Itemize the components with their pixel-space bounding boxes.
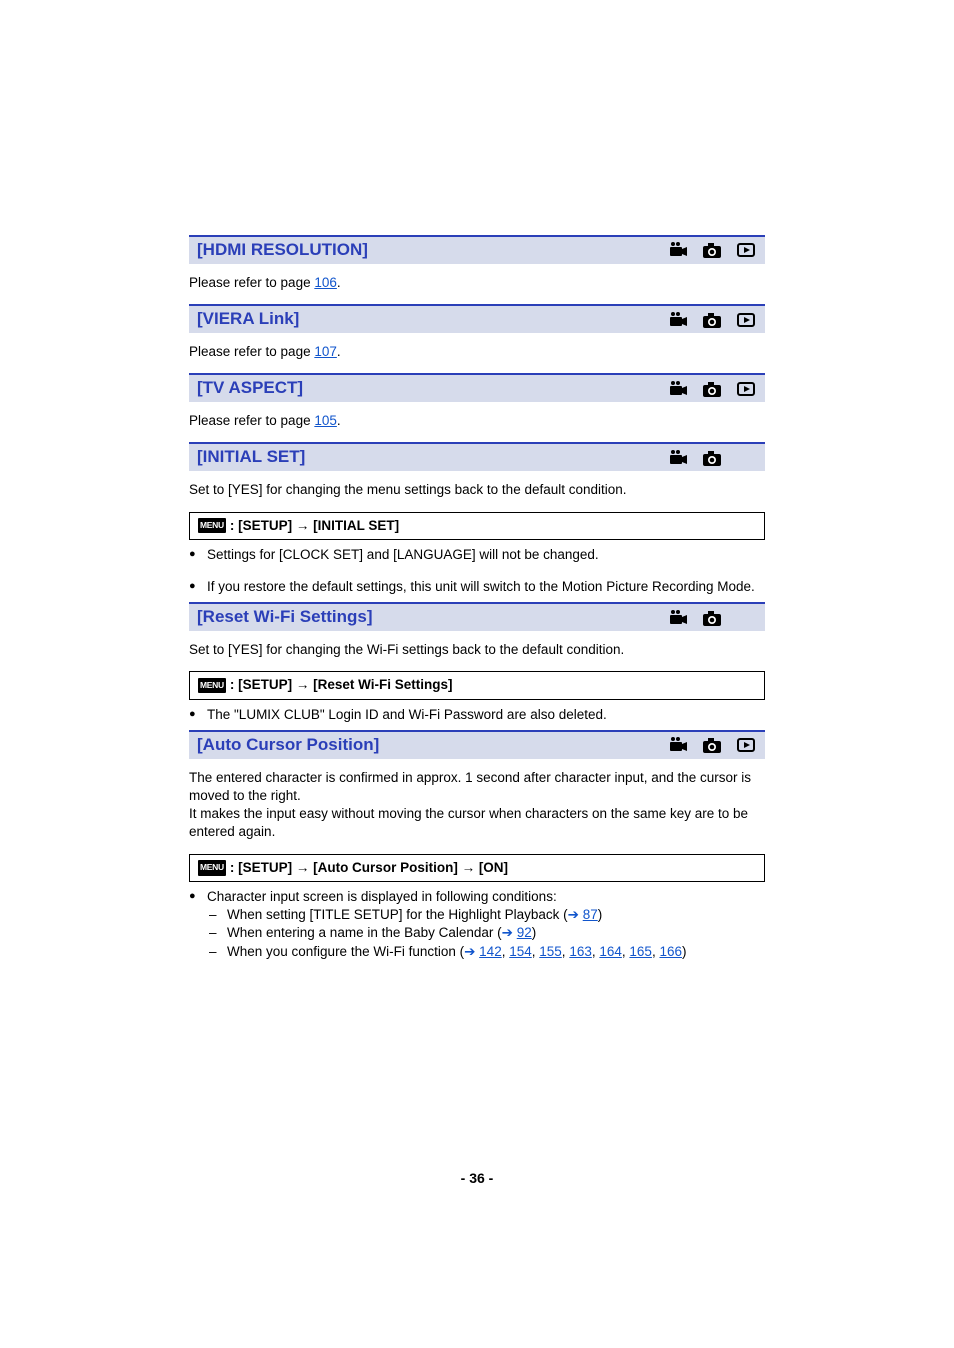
photo-icon [701, 449, 723, 467]
bullet-autocursor-lead: ● Character input screen is displayed in… [189, 888, 765, 961]
photo-icon [701, 736, 723, 754]
section-hdmi-body: Please refer to page 106. [189, 274, 765, 292]
play-icon [735, 241, 757, 259]
page-link-92[interactable]: 92 [517, 925, 532, 940]
page-link-163[interactable]: 163 [569, 944, 592, 959]
page-link-155[interactable]: 155 [539, 944, 562, 959]
menu-tag: MENU [198, 860, 226, 875]
section-resetwifi-title: [Reset Wi-Fi Settings] [197, 606, 373, 629]
page-link-165[interactable]: 165 [629, 944, 652, 959]
section-tvaspect-body: Please refer to page 105. [189, 412, 765, 430]
menu-path-initial: MENU : [SETUP] → [INITIAL SET] [189, 512, 765, 540]
section-autocursor-title: [Auto Cursor Position] [197, 734, 379, 757]
section-viera-header: [VIERA Link] [189, 304, 765, 333]
menu-path-text: : [SETUP] → [Reset Wi-Fi Settings] [230, 676, 453, 694]
page-link-142[interactable]: 142 [479, 944, 502, 959]
bullet-initial-1: ●Settings for [CLOCK SET] and [LANGUAGE]… [189, 546, 765, 564]
section-hdmi-header: [HDMI RESOLUTION] [189, 235, 765, 264]
bullet-initial-2: ●If you restore the default settings, th… [189, 578, 765, 596]
section-resetwifi-header: [Reset Wi-Fi Settings] [189, 602, 765, 631]
section-viera-body: Please refer to page 107. [189, 343, 765, 361]
page-link-154[interactable]: 154 [509, 944, 532, 959]
play-icon [735, 380, 757, 398]
page-link-166[interactable]: 166 [659, 944, 682, 959]
video-icon [667, 311, 689, 329]
page-number: - 36 - [0, 1169, 954, 1188]
video-icon [667, 241, 689, 259]
char-input-item-3: –When you configure the Wi-Fi function (… [227, 943, 765, 961]
section-resetwifi-icons [667, 609, 757, 627]
video-icon [667, 609, 689, 627]
menu-tag: MENU [198, 678, 226, 693]
menu-tag: MENU [198, 518, 226, 533]
section-autocursor-header: [Auto Cursor Position] [189, 730, 765, 759]
section-hdmi-title: [HDMI RESOLUTION] [197, 239, 368, 262]
char-input-item-1: –When setting [TITLE SETUP] for the High… [227, 906, 765, 924]
video-icon [667, 449, 689, 467]
section-initial-intro: Set to [YES] for changing the menu setti… [189, 481, 765, 499]
section-initial-icons [667, 449, 757, 467]
section-viera-icons [667, 311, 757, 329]
menu-path-text: : [SETUP] → [Auto Cursor Position] → [ON… [230, 859, 508, 877]
section-tvaspect-header: [TV ASPECT] [189, 373, 765, 402]
bullet-resetwifi-1: ●The "LUMIX CLUB" Login ID and Wi-Fi Pas… [189, 706, 765, 724]
section-initial-header: [INITIAL SET] [189, 442, 765, 471]
menu-path-resetwifi: MENU : [SETUP] → [Reset Wi-Fi Settings] [189, 671, 765, 699]
page-link-106[interactable]: 106 [314, 275, 337, 290]
photo-icon [701, 380, 723, 398]
play-icon [735, 311, 757, 329]
section-resetwifi-intro: Set to [YES] for changing the Wi-Fi sett… [189, 641, 765, 659]
char-input-lead: Character input screen is displayed in f… [207, 888, 765, 906]
page-link-164[interactable]: 164 [599, 944, 622, 959]
page-link-107[interactable]: 107 [314, 344, 337, 359]
menu-path-autocursor: MENU : [SETUP] → [Auto Cursor Position] … [189, 854, 765, 882]
video-icon [667, 736, 689, 754]
char-input-item-2: –When entering a name in the Baby Calend… [227, 924, 765, 942]
menu-path-text: : [SETUP] → [INITIAL SET] [230, 517, 399, 535]
section-viera-title: [VIERA Link] [197, 308, 299, 331]
photo-icon [701, 311, 723, 329]
photo-icon [701, 609, 723, 627]
section-tvaspect-title: [TV ASPECT] [197, 377, 303, 400]
section-initial-title: [INITIAL SET] [197, 446, 305, 469]
video-icon [667, 380, 689, 398]
section-hdmi-icons [667, 241, 757, 259]
section-tvaspect-icons [667, 380, 757, 398]
photo-icon [701, 241, 723, 259]
page-link-105[interactable]: 105 [314, 413, 337, 428]
section-autocursor-icons [667, 736, 757, 754]
section-autocursor-intro: The entered character is confirmed in ap… [189, 769, 765, 842]
page-link-87[interactable]: 87 [583, 907, 598, 922]
play-icon [735, 736, 757, 754]
